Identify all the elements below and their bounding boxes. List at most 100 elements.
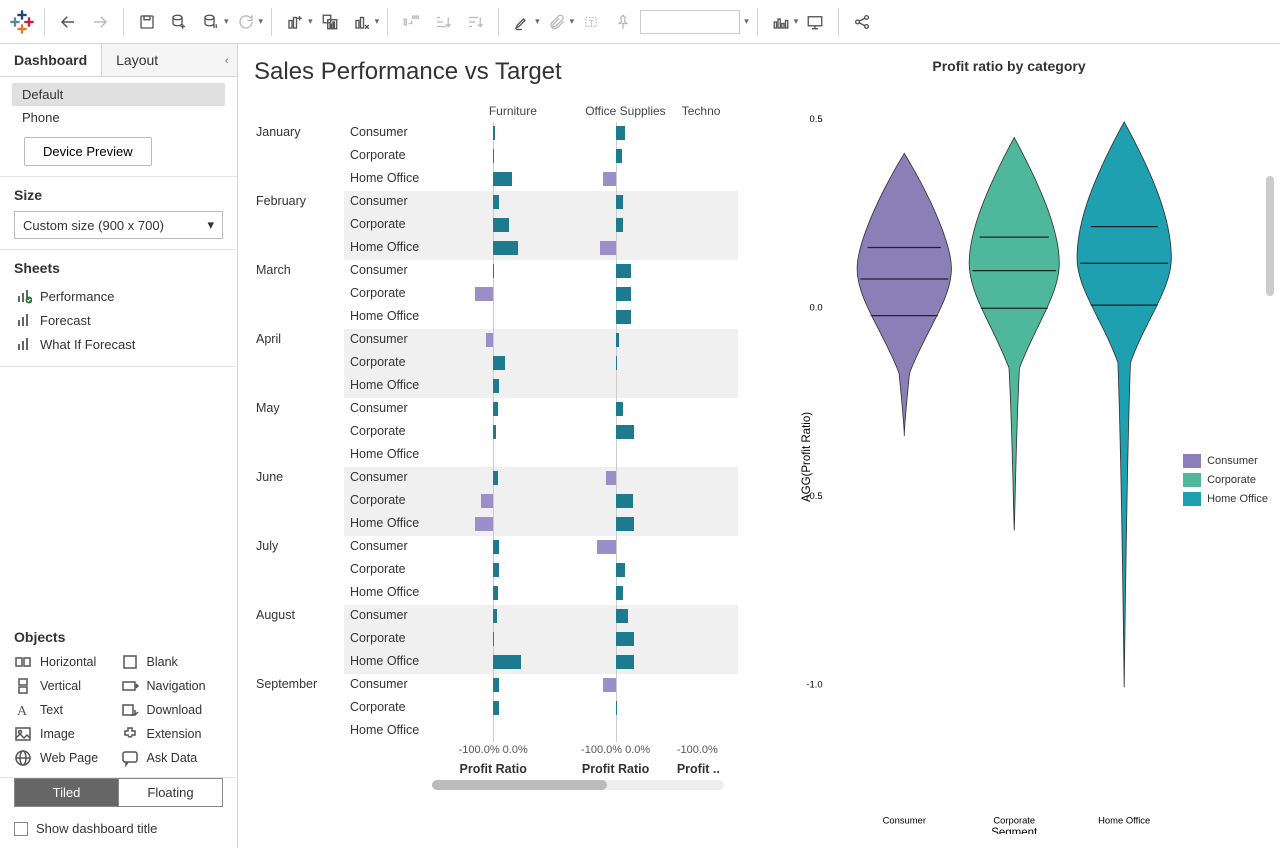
dropdown-caret-icon[interactable]: ▾ bbox=[570, 16, 575, 27]
object-download[interactable]: Download bbox=[121, 701, 224, 719]
table-row[interactable]: Consumer bbox=[344, 674, 738, 697]
table-row[interactable]: Corporate bbox=[344, 697, 738, 720]
dropdown-caret-icon[interactable]: ▾ bbox=[744, 16, 749, 27]
sidebar: Dashboard Layout› Default Phone Device P… bbox=[0, 44, 238, 848]
worksheet-check-icon bbox=[16, 288, 32, 304]
sort-desc-button[interactable] bbox=[460, 7, 490, 37]
table-row[interactable]: Consumer bbox=[344, 605, 738, 628]
text-icon: A bbox=[14, 701, 32, 719]
table-row[interactable]: Home Office bbox=[344, 168, 738, 191]
table-row[interactable]: Home Office bbox=[344, 237, 738, 260]
clear-sheet-button[interactable] bbox=[347, 7, 377, 37]
sheet-whatif[interactable]: What If Forecast bbox=[14, 332, 223, 356]
object-image[interactable]: Image bbox=[14, 725, 117, 743]
extension-icon bbox=[121, 725, 139, 743]
dropdown-caret-icon[interactable]: ▾ bbox=[224, 16, 229, 27]
object-blank[interactable]: Blank bbox=[121, 653, 224, 671]
undo-button[interactable] bbox=[53, 7, 83, 37]
dropdown-caret-icon[interactable]: ▾ bbox=[535, 16, 540, 27]
tiled-button[interactable]: Tiled bbox=[14, 778, 119, 807]
device-phone[interactable]: Phone bbox=[12, 106, 225, 129]
svg-text:-1.0: -1.0 bbox=[806, 678, 822, 689]
svg-text:0.0: 0.0 bbox=[810, 301, 823, 312]
show-labels-button[interactable]: T bbox=[576, 7, 606, 37]
sheet-forecast[interactable]: Forecast bbox=[14, 308, 223, 332]
tab-layout[interactable]: Layout› bbox=[101, 44, 237, 76]
presentation-button[interactable] bbox=[800, 7, 830, 37]
table-row[interactable]: Consumer bbox=[344, 122, 738, 145]
table-row[interactable]: Corporate bbox=[344, 490, 738, 513]
worksheet-icon bbox=[16, 312, 32, 328]
show-title-label: Show dashboard title bbox=[36, 821, 157, 836]
show-me-button[interactable] bbox=[766, 7, 796, 37]
device-default[interactable]: Default bbox=[12, 83, 225, 106]
sheets-title: Sheets bbox=[14, 260, 223, 276]
object-vertical[interactable]: Vertical bbox=[14, 677, 117, 695]
show-title-checkbox[interactable] bbox=[14, 822, 28, 836]
blank-icon bbox=[121, 653, 139, 671]
svg-text:Home Office: Home Office bbox=[1098, 815, 1150, 826]
svg-text:Consumer: Consumer bbox=[883, 815, 926, 826]
duplicate-sheet-button[interactable] bbox=[315, 7, 345, 37]
table-row[interactable]: Corporate bbox=[344, 421, 738, 444]
search-input[interactable] bbox=[640, 10, 740, 34]
sheet-performance[interactable]: Performance bbox=[14, 284, 223, 308]
horizontal-icon bbox=[14, 653, 32, 671]
table-row[interactable]: Home Office bbox=[344, 651, 738, 674]
tab-dashboard[interactable]: Dashboard bbox=[0, 44, 101, 76]
chevron-left-icon[interactable]: › bbox=[225, 55, 229, 67]
floating-button[interactable]: Floating bbox=[119, 778, 223, 807]
vertical-scrollbar[interactable] bbox=[1266, 176, 1274, 296]
share-button[interactable] bbox=[847, 7, 877, 37]
device-preview-button[interactable]: Device Preview bbox=[24, 137, 152, 166]
table-row[interactable]: Corporate bbox=[344, 559, 738, 582]
table-row[interactable]: Home Office bbox=[344, 306, 738, 329]
table-row[interactable]: Corporate bbox=[344, 214, 738, 237]
table-row[interactable]: Corporate bbox=[344, 628, 738, 651]
table-row[interactable]: Home Office bbox=[344, 720, 738, 742]
pause-data-button[interactable] bbox=[196, 7, 226, 37]
table-row[interactable]: Consumer bbox=[344, 467, 738, 490]
redo-button[interactable] bbox=[85, 7, 115, 37]
table-row[interactable]: Corporate bbox=[344, 352, 738, 375]
legend: Consumer Corporate Home Office bbox=[1183, 454, 1268, 511]
table-row[interactable]: Consumer bbox=[344, 398, 738, 421]
dropdown-caret-icon[interactable]: ▾ bbox=[308, 16, 313, 27]
object-navigation[interactable]: Navigation bbox=[121, 677, 224, 695]
save-button[interactable] bbox=[132, 7, 162, 37]
table-row[interactable]: Home Office bbox=[344, 375, 738, 398]
object-webpage[interactable]: Web Page bbox=[14, 749, 117, 767]
object-extension[interactable]: Extension bbox=[121, 725, 224, 743]
highlight-button[interactable] bbox=[507, 7, 537, 37]
dropdown-caret-icon[interactable]: ▾ bbox=[259, 16, 264, 27]
toolbar: ▾ ▾ ▾ ▾ ▾ ▾ T ▾ ▾ bbox=[0, 0, 1280, 44]
dropdown-caret-icon[interactable]: ▾ bbox=[375, 16, 380, 27]
navigation-icon bbox=[121, 677, 139, 695]
performance-table[interactable]: JanuaryConsumerCorporateHome OfficeFebru… bbox=[252, 122, 738, 742]
table-row[interactable]: Corporate bbox=[344, 283, 738, 306]
horizontal-scrollbar[interactable] bbox=[432, 780, 724, 790]
object-askdata[interactable]: Ask Data bbox=[121, 749, 224, 767]
table-row[interactable]: Consumer bbox=[344, 536, 738, 559]
attachment-button[interactable] bbox=[542, 7, 572, 37]
column-headers: Furniture Office Supplies Techno bbox=[344, 104, 738, 118]
size-title: Size bbox=[14, 187, 223, 203]
new-worksheet-button[interactable] bbox=[280, 7, 310, 37]
object-horizontal[interactable]: Horizontal bbox=[14, 653, 117, 671]
swap-button[interactable] bbox=[396, 7, 426, 37]
table-row[interactable]: Consumer bbox=[344, 191, 738, 214]
dropdown-caret-icon[interactable]: ▾ bbox=[794, 16, 799, 27]
object-text[interactable]: AText bbox=[14, 701, 117, 719]
new-data-button[interactable] bbox=[164, 7, 194, 37]
sort-asc-button[interactable] bbox=[428, 7, 458, 37]
table-row[interactable]: Home Office bbox=[344, 513, 738, 536]
table-row[interactable]: Home Office bbox=[344, 582, 738, 605]
pin-button[interactable] bbox=[608, 7, 638, 37]
table-row[interactable]: Consumer bbox=[344, 329, 738, 352]
refresh-button[interactable] bbox=[231, 7, 261, 37]
table-row[interactable]: Home Office bbox=[344, 444, 738, 467]
chevron-down-icon: ▾ bbox=[207, 217, 214, 233]
table-row[interactable]: Consumer bbox=[344, 260, 738, 283]
table-row[interactable]: Corporate bbox=[344, 145, 738, 168]
size-dropdown[interactable]: Custom size (900 x 700)▾ bbox=[14, 211, 223, 239]
